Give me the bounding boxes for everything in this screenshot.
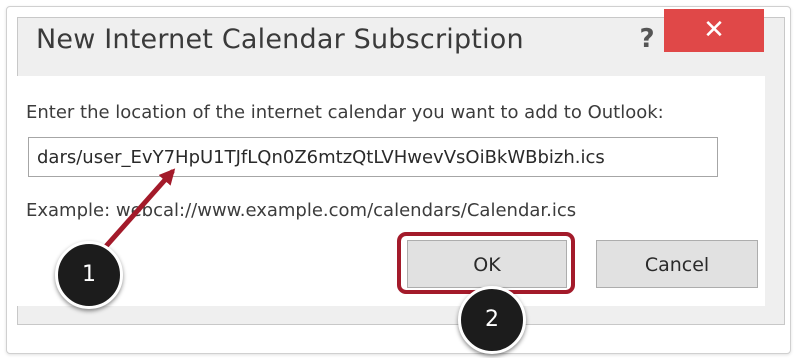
location-prompt: Enter the location of the internet calen… xyxy=(26,102,664,123)
calendar-url-input[interactable] xyxy=(28,137,718,177)
close-icon: ✕ xyxy=(703,15,725,45)
help-icon[interactable]: ? xyxy=(629,21,665,57)
close-button[interactable]: ✕ xyxy=(664,9,764,52)
cancel-button[interactable]: Cancel xyxy=(596,240,758,288)
dialog-title: New Internet Calendar Subscription xyxy=(36,24,524,55)
step-2-badge: 2 xyxy=(458,286,526,354)
step-1-badge: 1 xyxy=(55,241,123,309)
example-text: Example: webcal://www.example.com/calend… xyxy=(26,200,577,221)
ok-button[interactable]: OK xyxy=(407,240,567,288)
